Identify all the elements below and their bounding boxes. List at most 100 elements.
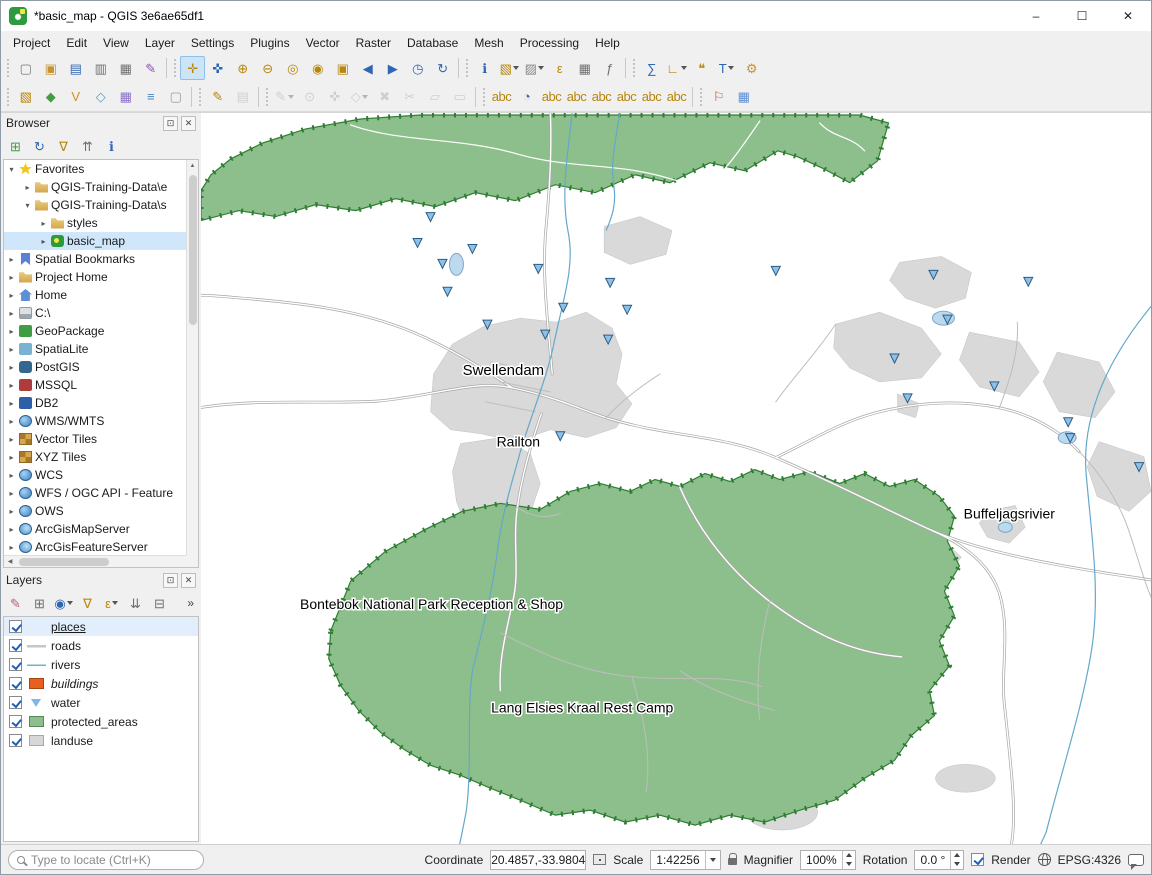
rotation-spin-buttons[interactable] [950,851,963,869]
new-virtual-layer-button[interactable]: ▦ [113,85,138,109]
vertex-tool-button[interactable]: ◇ [347,85,372,109]
rotation-spinbox[interactable]: 0.0 ° [914,850,964,870]
add-selected-layers-button[interactable]: ⊞ [4,135,27,157]
layer-visibility-checkbox[interactable] [9,696,22,709]
zoom-to-selection-button[interactable]: ◉ [305,56,330,80]
layer-visibility-checkbox[interactable] [9,734,22,747]
deselect-features-button[interactable]: ▨ [522,56,547,80]
toolbar-grip[interactable] [197,88,203,106]
add-feature-button[interactable]: ⊙ [297,85,322,109]
browser-item-basic-map[interactable]: ▸ basic_map [4,232,186,250]
scroll-left-icon[interactable]: ◀ [4,556,16,568]
scroll-up-icon[interactable]: ▲ [187,160,199,172]
toggle-editing-button[interactable]: ✎ [205,85,230,109]
locate-search-input[interactable]: Type to locate (Ctrl+K) [8,850,204,870]
show-hide-labels-button[interactable]: abc [589,85,614,109]
layer-visibility-checkbox[interactable] [9,658,22,671]
scale-lock-icon[interactable] [728,858,737,865]
menu-plugins[interactable]: Plugins [242,33,297,53]
layer-visibility-checkbox[interactable] [9,639,22,652]
toolbar-grip[interactable] [5,88,11,106]
map-canvas[interactable]: Swellendam Railton Bontebok National Par… [201,113,1151,844]
maximize-button[interactable]: ☐ [1059,1,1105,31]
browser-item-wfs[interactable]: ▸ WFS / OGC API - Feature [4,484,186,502]
processing-toolbox-button[interactable]: ⚙ [739,56,764,80]
browser-horizontal-scrollbar[interactable]: ◀ [4,555,186,567]
new-temporary-scratch-layer-button[interactable]: ▢ [163,85,188,109]
browser-item-ows[interactable]: ▸ OWS [4,502,186,520]
rotate-label-button[interactable]: abc [639,85,664,109]
menu-settings[interactable]: Settings [183,33,242,53]
browser-item-project-home[interactable]: ▸ Project Home [4,268,186,286]
expand-arrow-icon[interactable]: ▸ [7,453,16,462]
layer-item-rivers[interactable]: rivers [4,655,198,674]
change-label-button[interactable]: abc [664,85,689,109]
scrollbar-thumb[interactable] [189,175,197,325]
browser-item-mssql[interactable]: ▸ MSSQL [4,376,186,394]
expand-arrow-icon[interactable]: ▸ [7,255,16,264]
expand-arrow-icon[interactable]: ▸ [7,273,16,282]
menu-layer[interactable]: Layer [137,33,183,53]
browser-item-vector-tiles[interactable]: ▸ Vector Tiles [4,430,186,448]
move-feature-button[interactable]: ✜ [322,85,347,109]
new-project-button[interactable]: ▢ [13,56,38,80]
layer-item-roads[interactable]: roads [4,636,198,655]
menu-project[interactable]: Project [5,33,58,53]
data-source-manager-button[interactable]: ▧ [13,85,38,109]
delete-selected-button[interactable]: ✖ [372,85,397,109]
toolbar-grip[interactable] [631,59,637,77]
open-attribute-table-button[interactable]: ▦ [572,56,597,80]
browser-item-spatial-bookmarks[interactable]: ▸ Spatial Bookmarks [4,250,186,268]
browser-item-wcs[interactable]: ▸ WCS [4,466,186,484]
toolbar-grip[interactable] [464,59,470,77]
zoom-next-button[interactable]: ▶ [380,56,405,80]
expand-arrow-icon[interactable]: ▸ [7,327,16,336]
layer-labeling-button[interactable]: abc [489,85,514,109]
expand-arrow-icon[interactable]: ▸ [7,309,16,318]
add-group-button[interactable]: ⊞ [28,592,51,614]
add-delimited-text-button[interactable]: ≡ [138,85,163,109]
menu-view[interactable]: View [95,33,137,53]
metasearch-button[interactable]: ▦ [731,85,756,109]
expand-arrow-icon[interactable]: ▸ [7,417,16,426]
scrollbar-thumb[interactable] [19,558,109,566]
pin-unpin-labels-button[interactable]: abc [564,85,589,109]
pan-map-button[interactable]: ✛ [180,56,205,80]
select-by-expression-button[interactable]: ε [547,56,572,80]
scale-dropdown-icon[interactable] [705,851,720,869]
expand-arrow-icon[interactable]: ▸ [7,489,16,498]
expand-arrow-icon[interactable]: ▸ [7,471,16,480]
text-annotation-button[interactable]: T [714,56,739,80]
menu-database[interactable]: Database [399,33,466,53]
expand-collapse-button[interactable]: ⇊ [124,592,147,614]
crs-globe-icon[interactable] [1038,853,1051,866]
browser-item-spatialite[interactable]: ▸ SpatiaLite [4,340,186,358]
highlight-pinned-labels-button[interactable]: abc [539,85,564,109]
paste-features-button[interactable]: ▭ [447,85,472,109]
zoom-out-button[interactable]: ⊖ [255,56,280,80]
browser-item-postgis[interactable]: ▸ PostGIS [4,358,186,376]
new-spatialite-layer-button[interactable]: ◇ [88,85,113,109]
toolbar-grip[interactable] [5,59,11,77]
browser-item-training-data-s[interactable]: ▾ QGIS-Training-Data\s [4,196,186,214]
zoom-in-button[interactable]: ⊕ [230,56,255,80]
expand-arrow-icon[interactable]: ▸ [7,507,16,516]
epsg-label[interactable]: EPSG:4326 [1058,853,1121,867]
layer-item-protected-areas[interactable]: protected_areas [4,712,198,731]
menu-help[interactable]: Help [587,33,628,53]
expand-arrow-icon[interactable]: ▸ [39,237,48,246]
expand-arrow-icon[interactable]: ▸ [7,525,16,534]
layer-item-buildings[interactable]: buildings [4,674,198,693]
pan-to-selection-button[interactable]: ✜ [205,56,230,80]
browser-item-geopackage[interactable]: ▸ GeoPackage [4,322,186,340]
select-features-button[interactable]: ▧ [497,56,522,80]
browser-item-db2[interactable]: ▸ DB2 [4,394,186,412]
show-layout-manager-button[interactable]: ▦ [113,56,138,80]
menu-edit[interactable]: Edit [58,33,95,53]
save-project-button[interactable]: ▤ [63,56,88,80]
move-label-button[interactable]: abc [614,85,639,109]
zoom-last-button[interactable]: ◀ [355,56,380,80]
copy-features-button[interactable]: ▱ [422,85,447,109]
save-layer-edits-button[interactable]: ▤ [230,85,255,109]
close-button[interactable]: ✕ [1105,1,1151,31]
